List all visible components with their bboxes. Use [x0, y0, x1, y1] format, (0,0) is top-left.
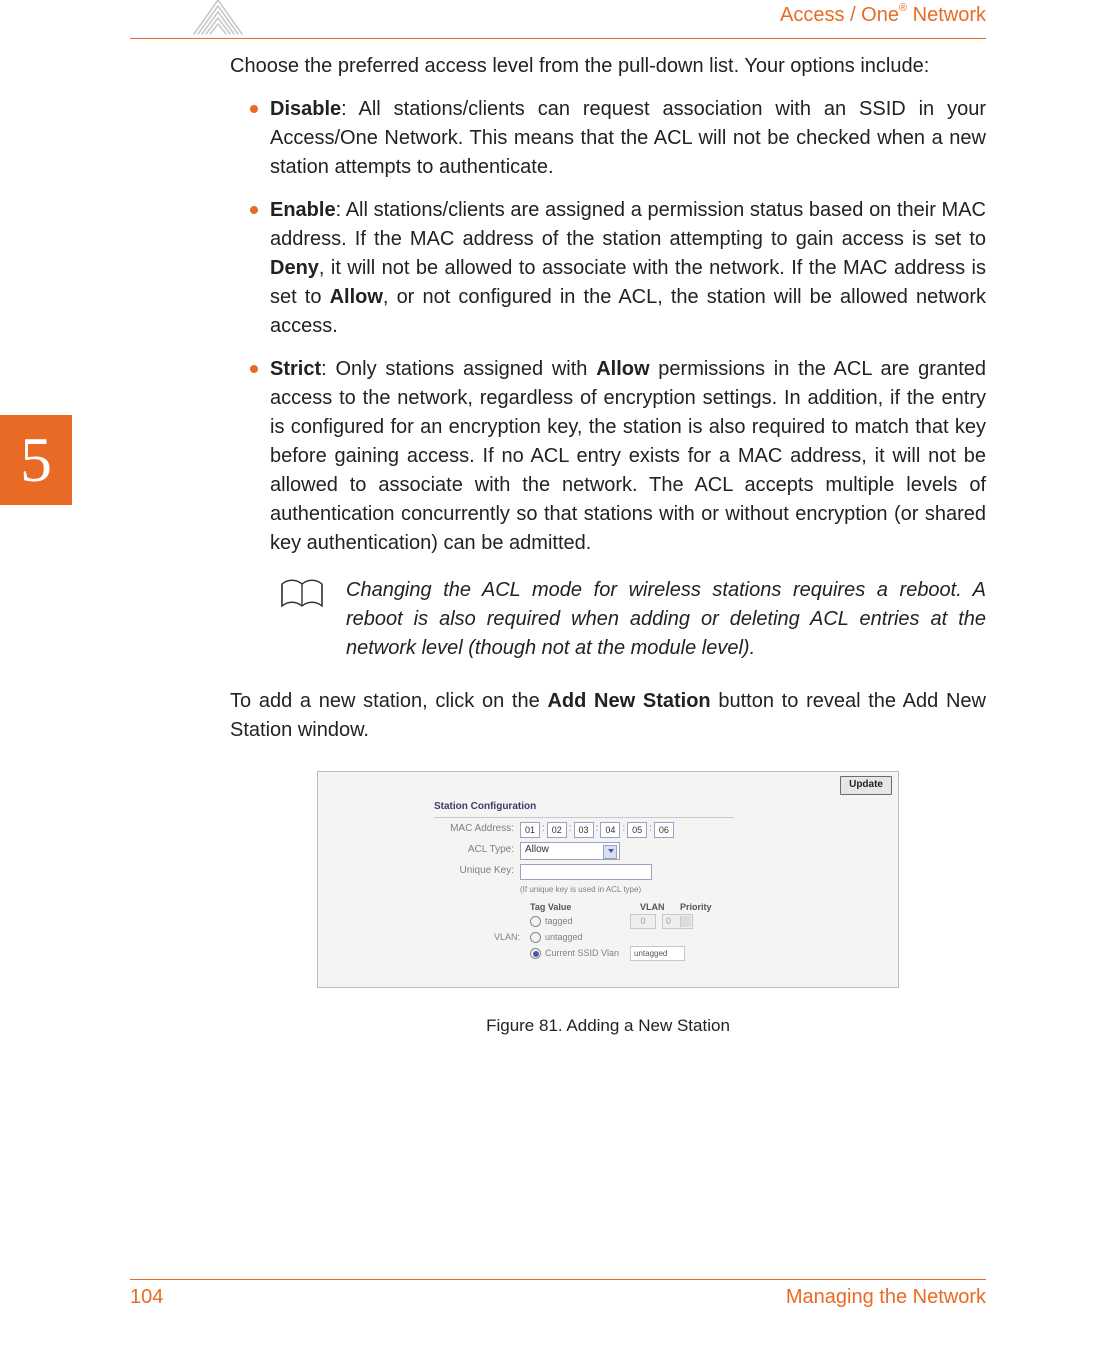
vlan-opt-untagged[interactable]: untagged: [530, 931, 630, 944]
priority-select[interactable]: 0: [662, 914, 693, 929]
radio-current-ssid[interactable]: [530, 948, 541, 959]
brand-pre: Access / One: [780, 4, 899, 26]
key-label: Unique Key:: [434, 864, 520, 879]
option-enable: Enable: All stations/clients are assigne…: [230, 196, 986, 341]
brand-logo-icon: [190, 0, 246, 36]
option-strict: Strict: Only stations assigned with Allo…: [230, 355, 986, 558]
vlan-row-untagged: VLAN: untagged: [434, 931, 734, 944]
unique-key-input[interactable]: [520, 864, 652, 880]
radio-untagged[interactable]: [530, 932, 541, 943]
vlan-header-row: Tag Value VLAN Priority: [530, 901, 734, 914]
bullet-icon: [250, 105, 258, 113]
mac-octet-4[interactable]: 04: [600, 822, 620, 838]
page-content: Choose the preferred access level from t…: [230, 52, 986, 1039]
acl-type-select[interactable]: Allow: [520, 842, 620, 860]
note-block: Changing the ACL mode for wireless stati…: [280, 576, 986, 663]
radio-tagged[interactable]: [530, 916, 541, 927]
bullet-icon: [250, 365, 258, 373]
after-pre: To add a new station, click on the: [230, 690, 547, 712]
ssid-vlan-value: untagged: [630, 946, 685, 961]
option-enable-allow: Allow: [330, 286, 383, 308]
option-strict-title: Strict: [270, 358, 321, 380]
opt-untagged-label: untagged: [545, 931, 583, 944]
option-disable-text: : All stations/clients can request assoc…: [270, 98, 986, 178]
section-title: Managing the Network: [786, 1286, 986, 1309]
mac-sep: :: [649, 822, 652, 837]
priority-value: 0: [666, 916, 671, 926]
vlan-number-input[interactable]: 0: [630, 914, 656, 929]
mac-sep: :: [596, 822, 599, 837]
mac-octet-1[interactable]: 01: [520, 822, 540, 838]
update-button[interactable]: Update: [840, 776, 892, 795]
chevron-down-icon: [608, 849, 614, 853]
vlan-row-tagged: tagged 0 0: [434, 914, 734, 929]
station-config-panel: Station Configuration MAC Address: 01: 0…: [434, 800, 734, 963]
book-icon: [280, 578, 324, 621]
mac-octet-3[interactable]: 03: [574, 822, 594, 838]
mac-label: MAC Address:: [434, 822, 520, 837]
option-enable-title: Enable: [270, 199, 336, 221]
option-disable-title: Disable: [270, 98, 341, 120]
add-station-paragraph: To add a new station, click on the Add N…: [230, 687, 986, 745]
chapter-number: 5: [20, 423, 52, 497]
vlan-opt-tagged[interactable]: tagged: [530, 915, 630, 928]
key-hint: (If unique key is used in ACL type): [520, 884, 734, 896]
page-footer: 104 Managing the Network: [130, 1279, 986, 1309]
mac-sep: :: [569, 822, 572, 837]
vlan-row-ssid: Current SSID Vlan untagged: [434, 946, 734, 961]
panel-title: Station Configuration: [434, 800, 734, 818]
option-strict-allow: Allow: [596, 358, 649, 380]
col-vlan: VLAN: [640, 901, 680, 914]
mac-row: MAC Address: 01: 02: 03: 04: 05: 06: [434, 822, 734, 838]
mac-octet-2[interactable]: 02: [547, 822, 567, 838]
bullet-icon: [250, 206, 258, 214]
after-btn-name: Add New Station: [547, 690, 710, 712]
opt-tagged-label: tagged: [545, 915, 573, 928]
acl-label: ACL Type:: [434, 843, 520, 858]
reg-mark: ®: [899, 2, 907, 14]
vlan-label: VLAN:: [434, 931, 530, 944]
opt-ssid-label: Current SSID Vlan: [545, 947, 619, 960]
note-text: Changing the ACL mode for wireless stati…: [346, 576, 986, 663]
chapter-tab: 5: [0, 415, 72, 505]
option-enable-pre: : All stations/clients are assigned a pe…: [270, 199, 986, 250]
col-priority: Priority: [680, 901, 720, 914]
vlan-opt-ssid[interactable]: Current SSID Vlan: [530, 947, 630, 960]
col-tag: Tag Value: [530, 901, 640, 914]
mac-octet-6[interactable]: 06: [654, 822, 674, 838]
option-strict-pre: : Only stations assigned with: [321, 358, 596, 380]
key-row: Unique Key:: [434, 864, 734, 880]
figure-caption: Figure 81. Adding a New Station: [486, 1014, 730, 1039]
page-header: Access / One® Network: [130, 0, 986, 39]
mac-sep: :: [542, 822, 545, 837]
add-station-screenshot: Update Station Configuration MAC Address…: [317, 771, 899, 988]
mac-octet-5[interactable]: 05: [627, 822, 647, 838]
option-strict-post: permissions in the ACL are granted acces…: [270, 358, 986, 554]
option-enable-deny: Deny: [270, 257, 319, 279]
page-number: 104: [130, 1286, 163, 1309]
mac-sep: :: [622, 822, 625, 837]
intro-text: Choose the preferred access level from t…: [230, 52, 986, 81]
brand-post: Network: [907, 4, 986, 26]
acl-row: ACL Type: Allow: [434, 842, 734, 860]
brand-title: Access / One® Network: [780, 4, 986, 27]
option-list: Disable: All stations/clients can reques…: [230, 95, 986, 558]
option-disable: Disable: All stations/clients can reques…: [230, 95, 986, 182]
vlan-rows: tagged 0 0 VLAN: untagged: [434, 914, 734, 961]
figure-81: Update Station Configuration MAC Address…: [230, 771, 986, 1039]
acl-value: Allow: [525, 844, 549, 855]
